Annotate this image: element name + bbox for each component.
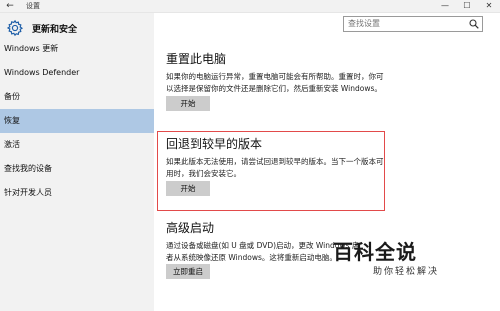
- sidebar-item-label: 备份: [4, 92, 20, 101]
- search-input[interactable]: [348, 17, 466, 31]
- window-title: 设置: [26, 2, 40, 10]
- sidebar-item-for-developers[interactable]: 针对开发人员: [0, 181, 154, 205]
- search-icon[interactable]: [469, 19, 479, 29]
- advanced-startup-title: 高级启动: [166, 221, 215, 235]
- sidebar-item-recovery[interactable]: 恢复: [0, 109, 154, 133]
- sidebar-item-label: Windows Defender: [4, 68, 80, 77]
- sidebar-title: 更新和安全: [32, 25, 78, 35]
- sidebar-item-find-my-device[interactable]: 查找我的设备: [0, 157, 154, 181]
- sidebar-item-windows-update[interactable]: Windows 更新: [0, 37, 154, 61]
- gear-icon: [6, 19, 24, 37]
- sidebar: 更新和安全 Windows 更新 Windows Defender 备份 恢复 …: [0, 13, 154, 311]
- restart-now-button[interactable]: 立即重启: [166, 264, 210, 279]
- minimize-icon[interactable]: —: [440, 0, 450, 12]
- sidebar-item-label: 恢复: [4, 116, 20, 125]
- watermark-subtitle: 助你轻松解决: [373, 267, 440, 277]
- reset-pc-description: 如果你的电脑运行异常，重置电脑可能会有所帮助。重置时，你可 以选择是保留你的文件…: [166, 71, 386, 95]
- search-box[interactable]: [343, 16, 483, 32]
- sidebar-item-activation[interactable]: 激活: [0, 133, 154, 157]
- sidebar-item-label: 针对开发人员: [4, 188, 52, 197]
- reset-pc-desc-line: 如果你的电脑运行异常，重置电脑可能会有所帮助。重置时，你可: [166, 72, 384, 81]
- rollback-desc-line: 如果此版本无法使用，请尝试回退到较早的版本。当下一个版本可: [166, 157, 384, 166]
- watermark: 百科全说 助你轻松解决: [333, 236, 493, 284]
- sidebar-item-label: 查找我的设备: [4, 164, 52, 173]
- reset-pc-desc-line: 以选择是保留你的文件还是删除它们，然后重新安装 Windows。: [166, 84, 382, 93]
- sidebar-item-label: Windows 更新: [4, 44, 59, 53]
- rollback-title: 回退到较早的版本: [166, 137, 263, 151]
- back-arrow-icon[interactable]: ←: [5, 0, 15, 12]
- window-controls: — ☐ ✕: [440, 0, 494, 12]
- rollback-desc-line: 用时，我们会安装它。: [166, 169, 241, 178]
- sidebar-item-label: 激活: [4, 140, 20, 149]
- title-bar: ← 设置 — ☐ ✕: [0, 0, 500, 13]
- watermark-logo: 百科全说: [333, 240, 417, 264]
- sidebar-item-windows-defender[interactable]: Windows Defender: [0, 61, 154, 85]
- maximize-icon[interactable]: ☐: [462, 0, 472, 12]
- rollback-start-button[interactable]: 开始: [166, 181, 210, 196]
- close-icon[interactable]: ✕: [484, 0, 494, 12]
- sidebar-item-backup[interactable]: 备份: [0, 85, 154, 109]
- reset-pc-title: 重置此电脑: [166, 52, 227, 66]
- reset-pc-start-button[interactable]: 开始: [166, 96, 210, 111]
- rollback-description: 如果此版本无法使用，请尝试回退到较早的版本。当下一个版本可 用时，我们会安装它。: [166, 156, 386, 180]
